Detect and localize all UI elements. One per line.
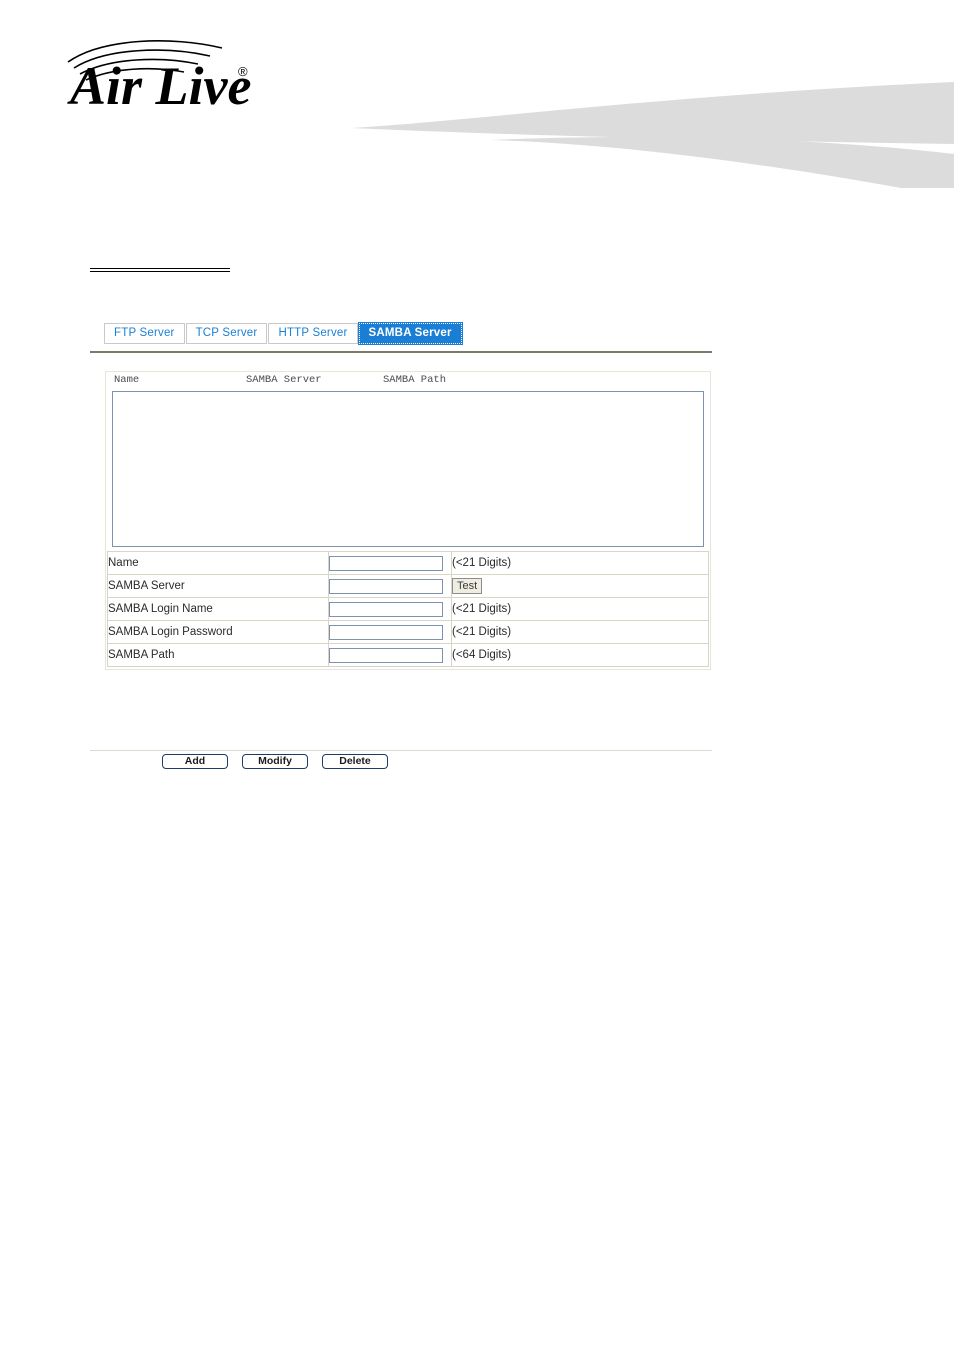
- test-button[interactable]: Test: [452, 578, 483, 594]
- label-samba-login-password: SAMBA Login Password: [107, 620, 329, 644]
- form-row-login-password: SAMBA Login Password (<21 Digits): [107, 620, 709, 644]
- tab-samba-server[interactable]: SAMBA Server: [357, 322, 463, 345]
- hint-login-password: (<21 Digits): [451, 620, 709, 644]
- label-samba-server: SAMBA Server: [107, 574, 329, 598]
- tab-http-server[interactable]: HTTP Server: [268, 323, 358, 344]
- form-row-login-name: SAMBA Login Name (<21 Digits): [107, 597, 709, 621]
- samba-login-name-input[interactable]: [329, 601, 443, 617]
- field-cell-login-password: [328, 620, 452, 644]
- add-button[interactable]: Add: [162, 754, 228, 769]
- field-cell-samba-server: [328, 574, 452, 598]
- label-name: Name: [107, 551, 329, 575]
- hint-login-name: (<21 Digits): [451, 597, 709, 621]
- tab-tcp-server[interactable]: TCP Server: [185, 323, 268, 344]
- samba-path-input[interactable]: [329, 647, 443, 663]
- tab-divider: [90, 351, 712, 353]
- column-header-name: Name: [114, 374, 140, 386]
- samba-server-panel: Name SAMBA Server SAMBA Path Name (<21 D…: [105, 371, 711, 670]
- registered-trademark-icon: ®: [238, 64, 248, 79]
- airlive-logo: Air Live ®: [67, 40, 251, 112]
- svg-text:Air Live: Air Live: [67, 56, 251, 112]
- header-swoosh-graphic: [352, 82, 954, 188]
- tab-ftp-server[interactable]: FTP Server: [104, 323, 185, 344]
- page-header: Air Live ®: [0, 0, 954, 190]
- form-row-samba-server: SAMBA Server Test: [107, 574, 709, 598]
- samba-settings-form: Name (<21 Digits) SAMBA Server Test SAMB…: [107, 551, 709, 667]
- samba-login-password-input[interactable]: [329, 624, 443, 640]
- delete-button[interactable]: Delete: [322, 754, 388, 769]
- field-cell-name: [328, 551, 452, 575]
- form-row-name: Name (<21 Digits): [107, 551, 709, 575]
- hint-samba-server: Test: [451, 574, 709, 598]
- samba-server-listbox[interactable]: [112, 391, 704, 547]
- field-cell-login-name: [328, 597, 452, 621]
- hint-samba-path: (<64 Digits): [451, 643, 709, 667]
- label-samba-path: SAMBA Path: [107, 643, 329, 667]
- label-samba-login-name: SAMBA Login Name: [107, 597, 329, 621]
- samba-server-input[interactable]: [329, 578, 443, 594]
- list-column-headers: Name SAMBA Server SAMBA Path: [106, 372, 710, 390]
- server-type-tabs: FTP Server TCP Server HTTP Server SAMBA …: [104, 322, 463, 345]
- form-row-samba-path: SAMBA Path (<64 Digits): [107, 643, 709, 667]
- action-bar: Add Modify Delete: [162, 754, 388, 769]
- field-cell-samba-path: [328, 643, 452, 667]
- modify-button[interactable]: Modify: [242, 754, 308, 769]
- name-input[interactable]: [329, 555, 443, 571]
- column-header-server: SAMBA Server: [246, 374, 322, 386]
- action-bar-divider: [90, 750, 712, 751]
- hint-name: (<21 Digits): [451, 551, 709, 575]
- column-header-path: SAMBA Path: [383, 374, 447, 386]
- section-heading-rule: [90, 268, 230, 272]
